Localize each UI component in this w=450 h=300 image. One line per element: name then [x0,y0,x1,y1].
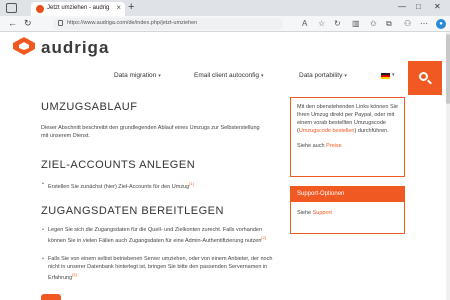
nav-data-migration[interactable]: Data migration ▾ [114,72,161,79]
nav-label: Email client autoconfig [194,72,260,79]
close-window-button[interactable]: ✕ [434,2,441,11]
heading-umzugsablauf: UMZUGSABLAUF [41,101,138,113]
minimize-button[interactable]: — [398,2,406,11]
chevron-down-icon: ▾ [261,73,264,79]
prices-link[interactable]: Preise [326,143,342,149]
list-item-text: Erstellen Sie zunächst (hier) Ziel-Accou… [48,183,190,190]
collections-icon[interactable]: ⧉ [386,19,392,29]
favorites-icon[interactable]: ✩ [370,19,377,28]
chevron-down-icon: ▾ [344,73,347,79]
footnote-link[interactable]: [2] [261,235,265,240]
support-options-box: Support-Optionen Siehe Support [290,186,405,234]
support-options-body: Siehe Support [297,210,332,216]
nav-data-portability[interactable]: Data portability ▾ [299,72,347,79]
tab-close-icon[interactable]: × [116,3,121,12]
list-item-ziel: Erstellen Sie zunächst (hier) Ziel-Accou… [42,180,273,191]
list-item-zugang-2: Falls Sie von einem selbst betriebenen S… [42,255,273,282]
payment-info-text: Mit den obenstehenden Links können Sie I… [297,104,398,134]
refresh-icon[interactable]: ↻ [334,19,341,28]
extensions-icon[interactable]: ⚇ [404,19,411,28]
url-field[interactable]: https://www.audriga.com/de/index.php/jet… [53,18,283,30]
list-item-zugang-1: Legen Sie sich die Zugangsdaten für die … [42,226,273,245]
audriga-logo-icon[interactable] [13,37,35,55]
language-chevron-icon[interactable]: ▾ [392,72,395,78]
profile-avatar[interactable]: ● [436,19,446,29]
heading-ziel-accounts: ZIEL-ACCOUNTS ANLEGEN [41,159,196,171]
list-item-text: Falls Sie von einem selbst betriebenen S… [48,256,273,281]
favicon-icon [36,5,44,13]
paragraph-umzugsablauf: Dieser Abschnitt beschreibt den grundleg… [41,125,260,139]
footnote-link[interactable]: [1] [189,181,193,186]
tab-title: Jetzt umziehen - audriga - data [47,5,109,11]
support-options-heading: Support-Optionen [291,187,404,202]
support-link[interactable]: Support [313,210,332,216]
list-item-text: Legen Sie sich die Zugangsdaten für die … [48,227,263,244]
reload-button[interactable]: ↻ [24,18,32,29]
url-text: https://www.audriga.com/de/index.php/jet… [67,20,198,26]
maximize-button[interactable]: □ [416,2,421,11]
chevron-down-icon: ▾ [158,73,161,79]
brand-name[interactable]: audriga [41,38,109,58]
read-aloud-icon[interactable]: A [302,19,307,28]
lock-icon [58,20,63,26]
see-also-line: Siehe auch Preise [297,143,342,149]
browser-tab-bar: Jetzt umziehen - audriga - data × + — □ … [0,0,450,16]
language-flag-icon[interactable] [381,73,390,79]
back-button[interactable]: ← [8,18,17,28]
next-section-marker [41,294,61,300]
nav-email-client-autoconfig[interactable]: Email client autoconfig ▾ [194,72,264,79]
address-bar-row: ← ↻ https://www.audriga.com/de/index.php… [0,16,450,32]
order-code-link[interactable]: Umzugscode bestellen [299,128,355,134]
new-tab-button[interactable]: + [128,1,134,13]
nav-label: Data portability [299,72,343,79]
window-menu-icon[interactable] [6,3,17,13]
nav-label: Data migration [114,72,157,79]
search-button[interactable] [408,61,442,95]
more-icon[interactable]: ⋯ [420,19,428,28]
page-scrollbar[interactable] [446,32,450,300]
browser-tab[interactable]: Jetzt umziehen - audriga - data × [31,2,125,16]
split-screen-icon[interactable]: ▥ [352,19,360,28]
footnote-link[interactable]: [3] [72,272,76,277]
favorite-star-icon[interactable]: ☆ [318,19,325,28]
scrollbar-thumb[interactable] [446,34,450,104]
payment-info-box: Mit den obenstehenden Links können Sie I… [290,97,405,177]
heading-zugangsdaten: ZUGANGSDATEN BEREITLEGEN [41,205,224,217]
